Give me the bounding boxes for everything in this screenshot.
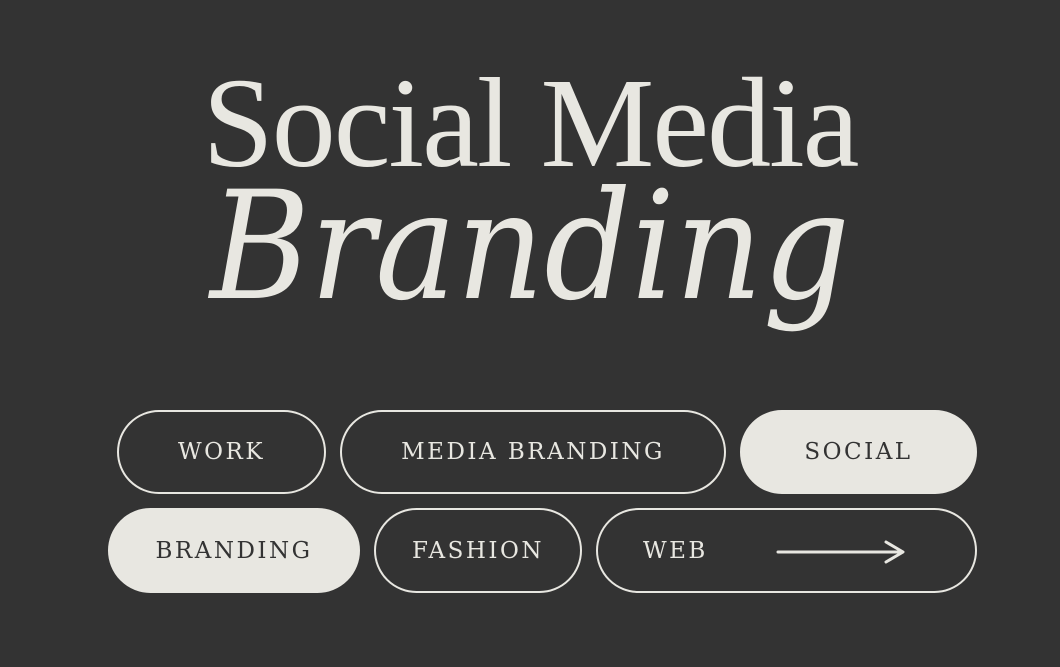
tag-social[interactable]: SOCIAL [740, 410, 977, 494]
tag-media-branding[interactable]: MEDIA BRANDING [340, 410, 726, 494]
tag-fashion[interactable]: FASHION [374, 508, 582, 593]
tag-branding[interactable]: BRANDING [108, 508, 360, 593]
tag-web[interactable]: WEB [596, 508, 977, 593]
script-subtitle-text: Branding [207, 168, 850, 334]
arrow-right-icon [776, 540, 905, 564]
tag-web-label: WEB [643, 537, 708, 564]
tag-work[interactable]: WORK [117, 410, 326, 494]
script-subtitle: Branding [207, 168, 850, 334]
